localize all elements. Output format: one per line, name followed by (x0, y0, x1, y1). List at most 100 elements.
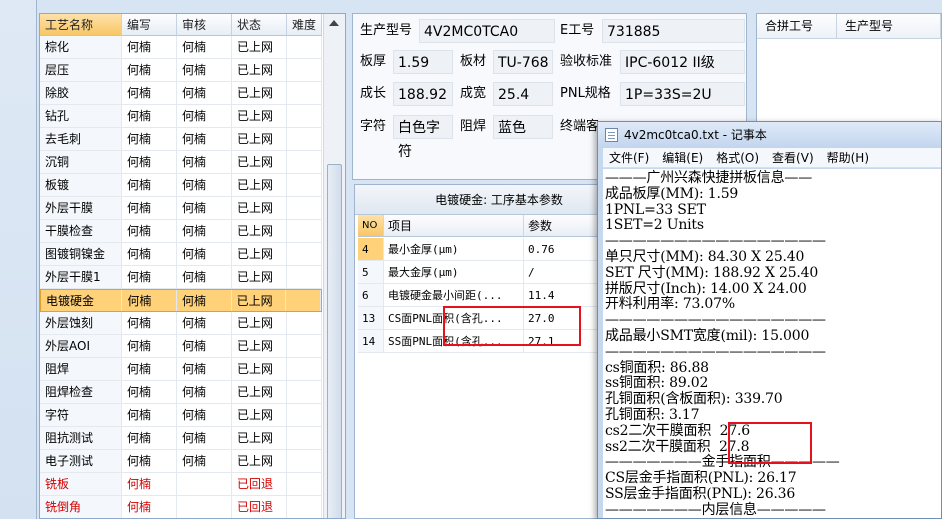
table-row[interactable]: 铣倒角 何楠 已回退 (40, 496, 322, 518)
menu-edit[interactable]: 编辑(E) (656, 148, 710, 167)
table-row[interactable]: 外层干膜1 何楠 何楠 已上网 (40, 266, 322, 289)
table-row[interactable]: 棕化 何楠 何楠 已上网 (40, 36, 322, 59)
menu-view[interactable]: 查看(V) (766, 148, 821, 167)
writer-cell: 何楠 (122, 473, 177, 495)
reviewer-cell (177, 473, 232, 495)
writer-cell: 何楠 (122, 128, 177, 150)
reviewer-cell: 何楠 (177, 450, 232, 472)
difficulty-cell (287, 197, 322, 219)
table-row[interactable]: 电子测试 何楠 何楠 已上网 (40, 450, 322, 473)
length-field[interactable]: 188.92 (393, 82, 453, 106)
table-row[interactable]: 钻孔 何楠 何楠 已上网 (40, 105, 322, 128)
difficulty-cell (287, 496, 322, 518)
process-name-cell: 去毛刺 (40, 128, 122, 150)
process-table-body: 棕化 何楠 何楠 已上网 层压 何楠 何楠 已上网 除胶 何楠 何楠 已上网 钻孔 何楠 何楠 已上网 去毛刺何… (40, 36, 322, 518)
col-header-no[interactable]: NO (358, 215, 384, 236)
table-row[interactable]: 层压 何楠 何楠 已上网 (40, 59, 322, 82)
status-cell: 已上网 (232, 450, 287, 472)
width-field[interactable]: 25.4 (493, 82, 553, 106)
writer-cell: 何楠 (122, 381, 177, 403)
status-cell: 已上网 (232, 427, 287, 449)
menu-format[interactable]: 格式(O) (710, 148, 766, 167)
difficulty-cell (287, 128, 322, 150)
param-value-cell: 0.76 (524, 238, 604, 260)
col-header-item[interactable]: 项目 (384, 215, 524, 236)
model-field[interactable]: 4V2MC0TCA0 (419, 19, 555, 43)
difficulty-cell (287, 312, 322, 334)
notepad-titlebar[interactable]: 4v2mc0tca0.txt - 记事本 (598, 122, 941, 148)
param-no-cell: 14 (358, 330, 384, 352)
mask-label: 阻焊 (460, 119, 487, 134)
notepad-line: SET 尺寸(MM): 188.92 X 25.40 (605, 264, 819, 281)
notepad-line: ss铜面积: 89.02 (605, 375, 709, 392)
process-name-cell: 字符 (40, 404, 122, 426)
param-item-cell: 最小金厚(μm) (384, 238, 524, 260)
process-name-cell: 阻焊 (40, 358, 122, 380)
col-header-merge-no[interactable]: 合拼工号 (757, 14, 837, 38)
table-row[interactable]: 4 最小金厚(μm) 0.76 (358, 238, 604, 261)
table-row[interactable]: 6 电镀硬金最小间距(... 11.4 (358, 284, 604, 307)
menu-file[interactable]: 文件(F) (603, 148, 656, 167)
writer-cell: 何楠 (122, 312, 177, 334)
table-row[interactable]: 板镀 何楠 何楠 已上网 (40, 174, 322, 197)
table-row[interactable]: 字符 何楠 何楠 已上网 (40, 404, 322, 427)
table-row[interactable]: 外层AOI 何楠 何楠 已上网 (40, 335, 322, 358)
table-row[interactable]: 阻焊检查 何楠 何楠 已上网 (40, 381, 322, 404)
table-row[interactable]: 图镀铜镍金 何楠 何楠 已上网 (40, 243, 322, 266)
pnl-field[interactable]: 1P=33S=2U (620, 82, 745, 106)
writer-cell: 何楠 (122, 243, 177, 265)
material-field[interactable]: TU-768 (493, 50, 553, 74)
status-cell: 已上网 (232, 312, 287, 334)
table-row[interactable]: 除胶 何楠 何楠 已上网 (40, 82, 322, 105)
col-header-process-name[interactable]: 工艺名称 (40, 14, 122, 36)
table-row[interactable]: 阻抗测试 何楠 何楠 已上网 (40, 427, 322, 450)
col-header-difficulty[interactable]: 难度 (287, 14, 322, 36)
eno-field[interactable]: 731885 (602, 19, 745, 43)
reviewer-cell: 何楠 (177, 174, 232, 196)
process-name-cell: 外层干膜1 (40, 266, 122, 288)
table-row[interactable]: 去毛刺 何楠 何楠 已上网 (40, 128, 322, 151)
table-row[interactable]: 铣板 何楠 已回退 (40, 473, 322, 496)
table-row[interactable]: 外层蚀刻 何楠 何楠 已上网 (40, 312, 322, 335)
standard-field[interactable]: IPC-6012 II级 (620, 50, 745, 74)
col-header-value[interactable]: 参数 (524, 215, 604, 236)
col-header-reviewer[interactable]: 审核 (177, 14, 232, 36)
table-row[interactable]: 电镀硬金 何楠 何楠 已上网 (40, 289, 322, 312)
col-header-writer[interactable]: 编写 (122, 14, 177, 36)
col-header-status[interactable]: 状态 (232, 14, 287, 36)
mask-field[interactable]: 蓝色 (493, 115, 553, 139)
table-row[interactable]: 干膜检查 何楠 何楠 已上网 (40, 220, 322, 243)
menu-help[interactable]: 帮助(H) (821, 148, 876, 167)
table-row[interactable]: 5 最大金厚(μm) / (358, 261, 604, 284)
notepad-line: 成品板厚(MM): 1.59 (605, 185, 739, 202)
writer-cell: 何楠 (122, 496, 177, 518)
reviewer-cell: 何楠 (177, 243, 232, 265)
reviewer-cell: 何楠 (177, 290, 232, 311)
final-customer-label: 终端客 (560, 119, 600, 134)
status-cell: 已上网 (232, 197, 287, 219)
process-name-cell: 电镀硬金 (41, 290, 123, 311)
col-header-merge-model[interactable]: 生产型号 (837, 14, 941, 38)
process-name-cell: 铣倒角 (40, 496, 122, 518)
writer-cell: 何楠 (122, 335, 177, 357)
reviewer-cell: 何楠 (177, 358, 232, 380)
status-cell: 已上网 (232, 151, 287, 173)
process-name-cell: 外层干膜 (40, 197, 122, 219)
process-table-scrollbar[interactable] (323, 14, 345, 518)
standard-label: 验收标准 (560, 54, 613, 69)
reviewer-cell: 何楠 (177, 312, 232, 334)
reviewer-cell: 何楠 (177, 82, 232, 104)
notepad-text-area[interactable]: ———广州兴森快捷拼板信息—— 成品板厚(MM): 1.59 1PNL=33 SET… (603, 169, 941, 518)
difficulty-cell (287, 450, 322, 472)
table-row[interactable]: 外层干膜 何楠 何楠 已上网 (40, 197, 322, 220)
thickness-field[interactable]: 1.59 (393, 50, 453, 74)
scroll-up-icon[interactable] (329, 20, 339, 26)
table-row[interactable]: 沉铜 何楠 何楠 已上网 (40, 151, 322, 174)
table-row[interactable]: 阻焊 何楠 何楠 已上网 (40, 358, 322, 381)
scrollbar-thumb[interactable] (327, 164, 342, 518)
width-label: 成宽 (460, 86, 487, 101)
char-field[interactable]: 白色字符 (393, 115, 453, 160)
status-cell: 已上网 (232, 82, 287, 104)
notepad-line: ———————内层信息————— (605, 501, 826, 518)
process-table-header: 工艺名称 编写 审核 状态 难度 (40, 14, 322, 36)
